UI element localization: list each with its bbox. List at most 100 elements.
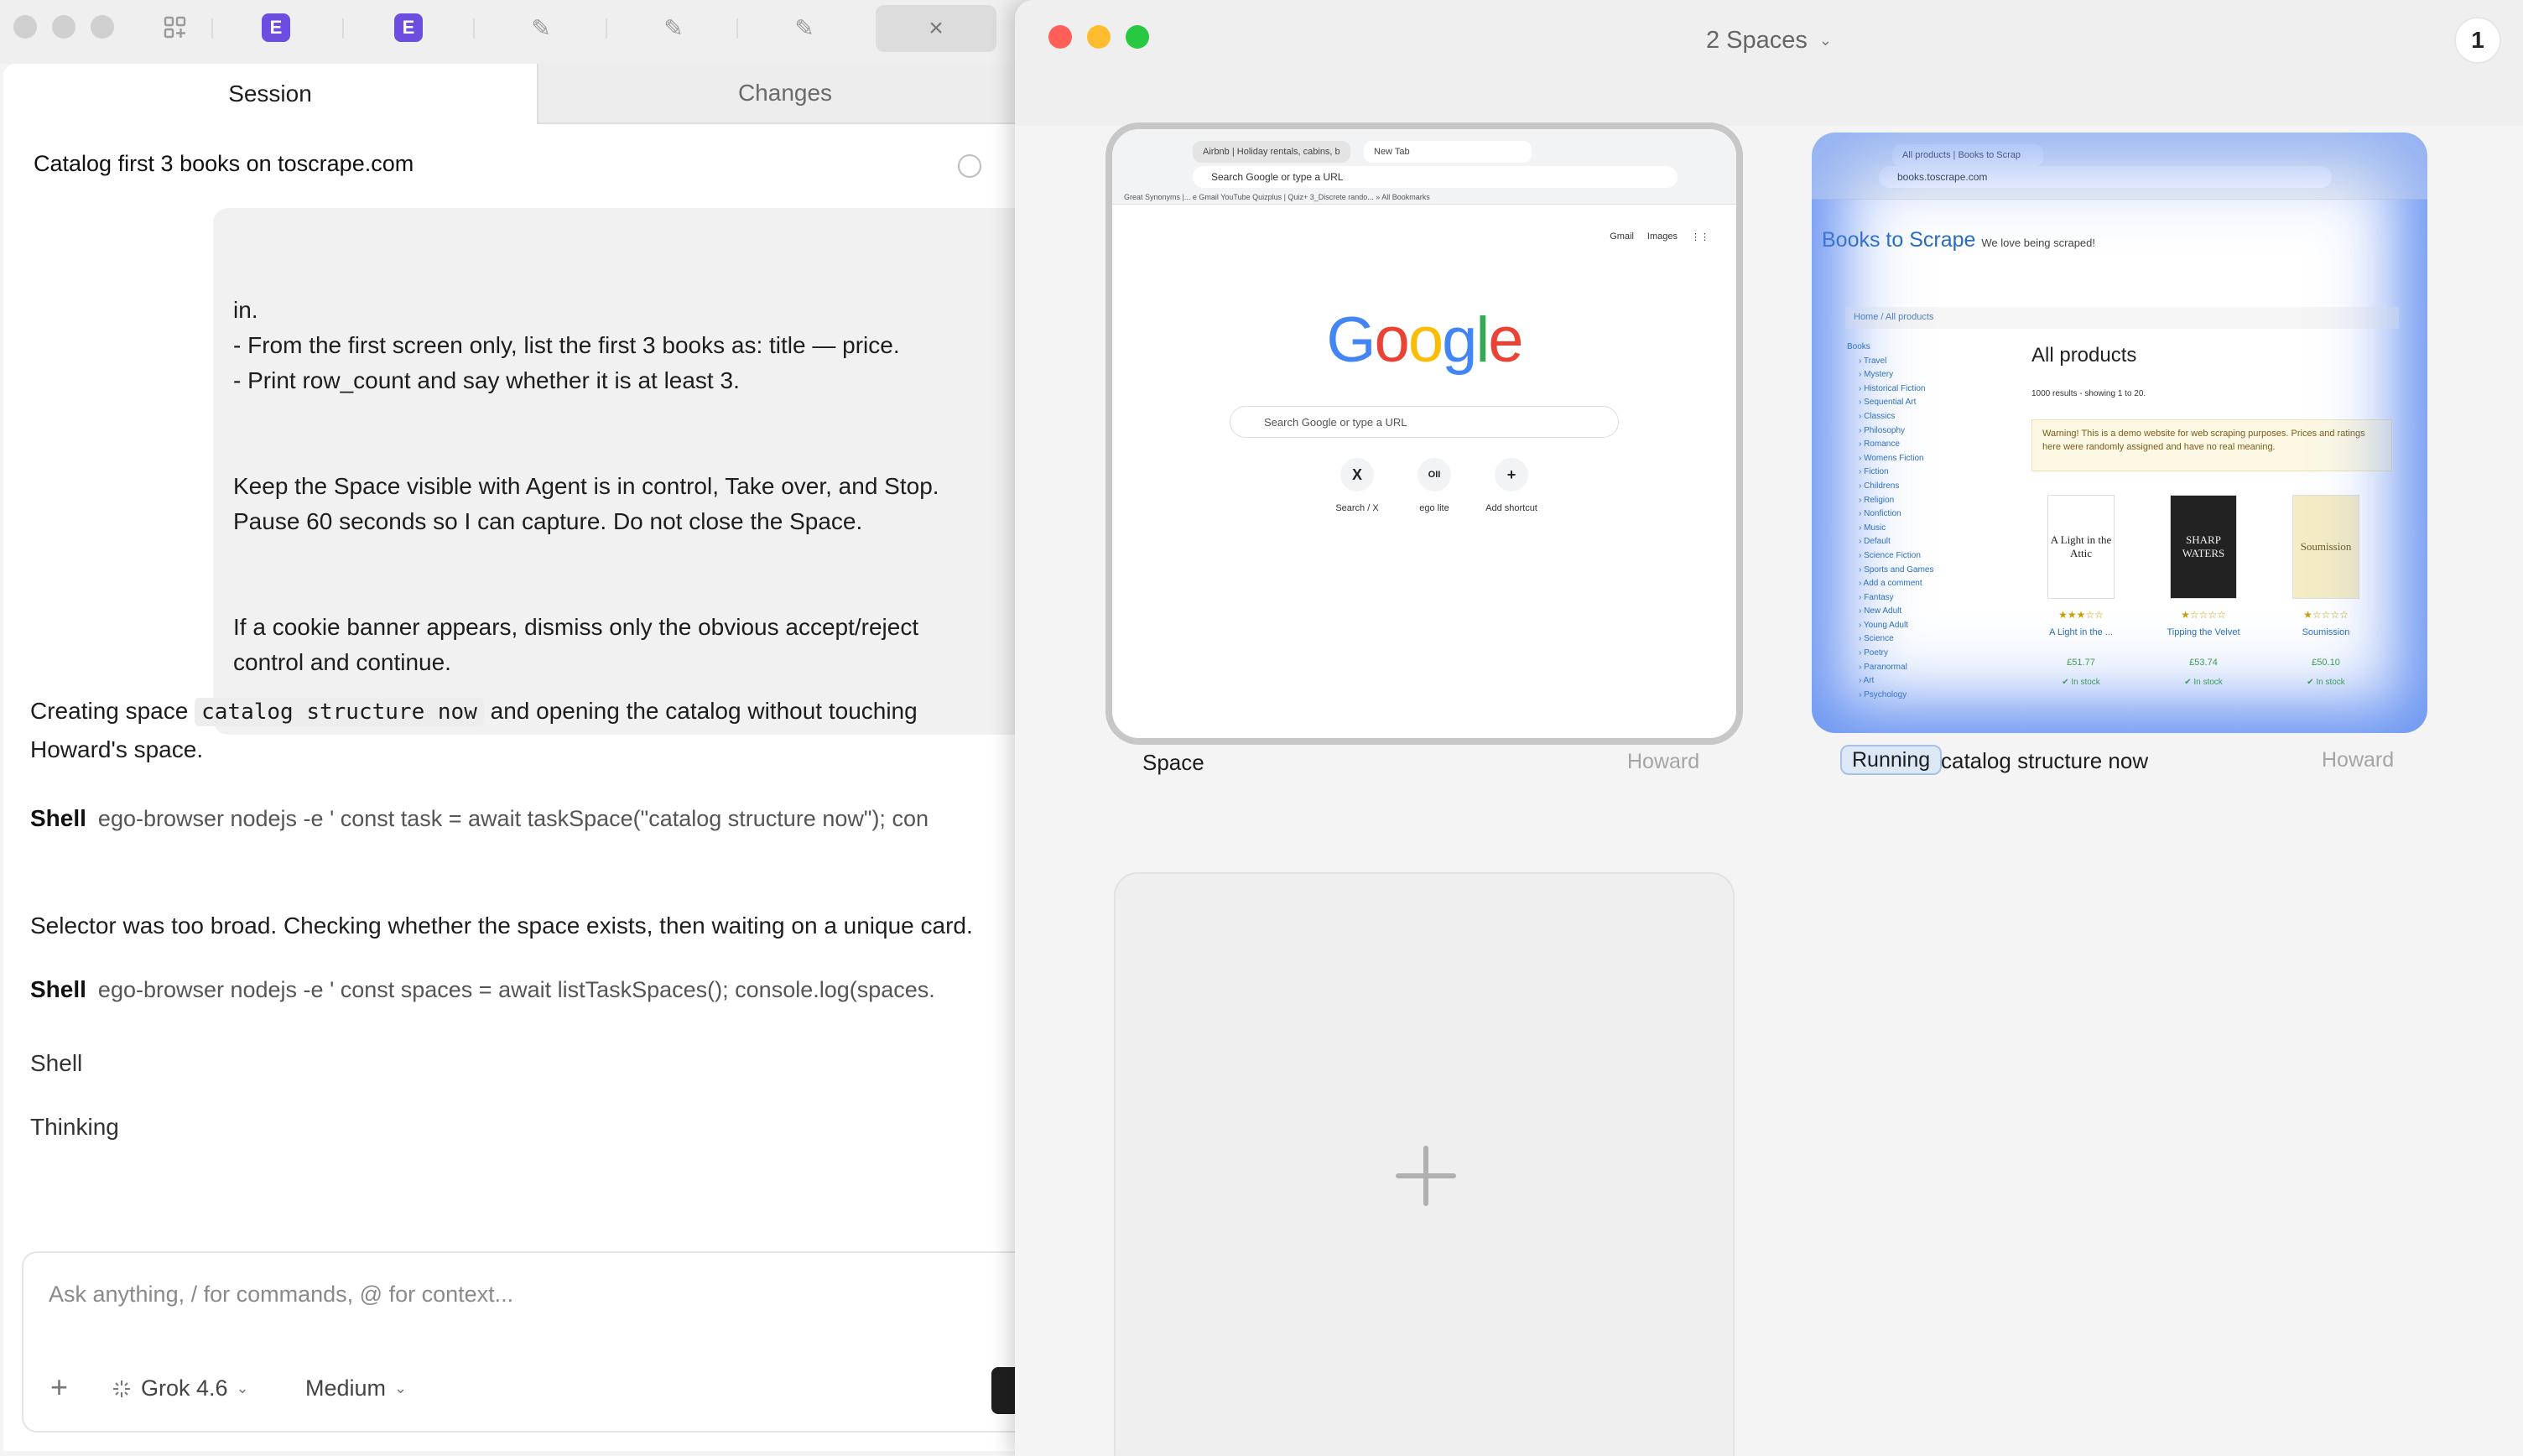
category-item: › Travel xyxy=(1859,356,1887,366)
thinking-label: Thinking xyxy=(30,1114,119,1140)
inline-code: catalog structure now xyxy=(195,698,484,726)
results-count: 1000 results - showing 1 to 20. xyxy=(2031,389,2146,398)
book-cover: SHARP WATERS xyxy=(2170,495,2237,599)
effort-selector[interactable]: Medium ⌄ xyxy=(305,1375,407,1401)
page-title: All products xyxy=(2031,344,2137,367)
tab-changes[interactable]: Changes xyxy=(538,64,1032,124)
toolbar-divider xyxy=(473,18,475,39)
site-header: Books to Scrape We love being scraped! xyxy=(1822,228,2095,252)
compose-icon[interactable]: ✎ xyxy=(525,12,557,44)
category-item: › Young Adult xyxy=(1859,620,1908,630)
rating-stars: ★★★☆☆ xyxy=(2058,609,2104,621)
toolbar-divider xyxy=(342,18,344,39)
assistant-message: Creating space catalog structure now and… xyxy=(30,698,918,726)
workspace-badge: E xyxy=(394,13,423,42)
add-attachment-button[interactable]: + xyxy=(50,1372,68,1402)
stock-status: ✔ In stock xyxy=(2062,678,2100,687)
browser-toolbar-preview: All products | Books to Scrap books.tosc… xyxy=(1812,133,2427,200)
browser-tab-active: New Tab xyxy=(1364,141,1532,163)
apps-grid-icon: ⋮⋮ xyxy=(1691,232,1709,242)
category-item: › Religion xyxy=(1859,495,1895,505)
book-card: SHARP WATERS ★☆☆☆☆ Tipping the Velvet £5… xyxy=(2149,495,2258,687)
window-minimize-control[interactable] xyxy=(1087,25,1111,49)
category-list: Books › Travel › Mystery › Historical Ficti… xyxy=(1847,341,2011,702)
space-name: catalog structure now xyxy=(1941,748,2149,773)
google-top-links: Gmail Images ⋮⋮ xyxy=(1610,231,1709,242)
spaces-window: 2 Spaces ⌄ 1 Airbnb | Holiday rentals, c… xyxy=(1015,0,2523,1456)
user-message-line: control and continue. xyxy=(233,649,451,675)
rating-stars: ★☆☆☆☆ xyxy=(2181,609,2226,621)
model-selector[interactable]: Grok 4.6 ⌄ xyxy=(111,1375,249,1401)
toolbar-divider xyxy=(606,18,607,39)
assistant-text: and opening the catalog without touching xyxy=(490,698,918,724)
notification-count-badge[interactable]: 1 xyxy=(2454,17,2501,64)
grid-add-icon[interactable] xyxy=(159,12,191,44)
workspace-e-button-2[interactable]: E xyxy=(393,12,424,44)
compose-icon[interactable]: ✎ xyxy=(788,12,820,44)
workspace-e-button[interactable]: E xyxy=(260,12,292,44)
chevron-down-icon: ⌄ xyxy=(394,1380,408,1396)
plus-icon: + xyxy=(1495,458,1528,491)
close-session-button[interactable]: × xyxy=(876,5,996,52)
window-toolbar: E E ✎ ✎ ✎ × xyxy=(0,0,1032,64)
tab-session[interactable]: Session xyxy=(3,64,538,124)
spaces-header: 2 Spaces ⌄ 1 xyxy=(1015,0,2523,126)
rating-stars: ★☆☆☆☆ xyxy=(2303,609,2349,621)
category-item: › Nonfiction xyxy=(1859,509,1901,519)
category-item: › Fiction xyxy=(1859,467,1889,477)
site-tagline: We love being scraped! xyxy=(1981,237,2096,249)
warning-banner: Warning! This is a demo website for web … xyxy=(2031,419,2392,471)
x-icon: X xyxy=(1340,458,1374,491)
browser-tab: Airbnb | Holiday rentals, cabins, b xyxy=(1193,141,1350,163)
window-zoom-control[interactable] xyxy=(1126,25,1149,49)
effort-level: Medium xyxy=(305,1375,387,1401)
space-card-preview[interactable]: Airbnb | Holiday rentals, cabins, b New … xyxy=(1105,122,1743,745)
category-item: › Childrens xyxy=(1859,481,1900,491)
category-item: › Mystery xyxy=(1859,370,1894,380)
category-item: › Classics xyxy=(1859,411,1896,421)
workspace-badge: E xyxy=(262,13,290,42)
user-message-line: If a cookie banner appears, dismiss only… xyxy=(233,614,919,640)
category-item: › Default xyxy=(1859,537,1891,547)
category-item: › Womens Fiction xyxy=(1859,453,1924,463)
shortcut-label: Search / X xyxy=(1335,503,1379,513)
user-message-line: Pause 60 seconds so I can capture. Do no… xyxy=(233,508,863,534)
window-zoom-control[interactable] xyxy=(91,15,114,39)
spaces-selector[interactable]: 2 Spaces ⌄ xyxy=(1706,27,1832,55)
category-item: › Romance xyxy=(1859,439,1900,450)
space-name: Space xyxy=(1142,750,1204,775)
google-logo: Google xyxy=(1326,304,1523,376)
address-bar: books.toscrape.com xyxy=(1879,166,2332,188)
compose-icon[interactable]: ✎ xyxy=(658,12,689,44)
category-item: › New Adult xyxy=(1859,606,1902,616)
book-title: Tipping the Velvet xyxy=(2167,627,2240,637)
assistant-message-line: Howard's space. xyxy=(30,736,204,762)
space-card-preview-running[interactable]: All products | Books to Scrap books.tosc… xyxy=(1812,133,2427,733)
shell-pending-label[interactable]: Shell xyxy=(30,1050,82,1077)
ego-lite-icon: OII xyxy=(1418,458,1451,491)
new-space-card[interactable] xyxy=(1114,872,1735,1456)
book-price: £50.10 xyxy=(2312,658,2340,668)
toolbar-divider xyxy=(211,18,213,39)
browser-tab-active: All products | Books to Scrap xyxy=(1892,144,2043,166)
category-item: › Historical Fiction xyxy=(1859,383,1926,393)
shell-tool-call[interactable]: Shell ego-browser nodejs -e ' const task … xyxy=(30,805,929,832)
category-item: › Music xyxy=(1859,523,1886,533)
gmail-link: Gmail xyxy=(1610,231,1634,242)
category-item: › Sports and Games xyxy=(1859,564,1934,575)
window-close-control[interactable] xyxy=(13,15,37,39)
status-circle-icon[interactable] xyxy=(958,154,981,178)
session-tabs: Session Changes xyxy=(3,64,1032,124)
user-message-line: in. xyxy=(233,297,258,323)
window-close-control[interactable] xyxy=(1048,25,1072,49)
shell-tool-call[interactable]: Shell ego-browser nodejs -e ' const space… xyxy=(30,976,935,1003)
shortcut-label: ego lite xyxy=(1419,503,1449,513)
space-owner: Howard xyxy=(2322,748,2395,772)
shell-label: Shell xyxy=(30,976,86,1002)
window-minimize-control[interactable] xyxy=(52,15,75,39)
shell-command: ego-browser nodejs -e ' const task = awa… xyxy=(97,806,929,831)
prompt-input[interactable] xyxy=(49,1282,971,1308)
category-item: › Psychology xyxy=(1859,689,1907,699)
shortcut-tile: OII ego lite xyxy=(1401,458,1468,513)
category-item: › Poetry xyxy=(1859,648,1889,658)
